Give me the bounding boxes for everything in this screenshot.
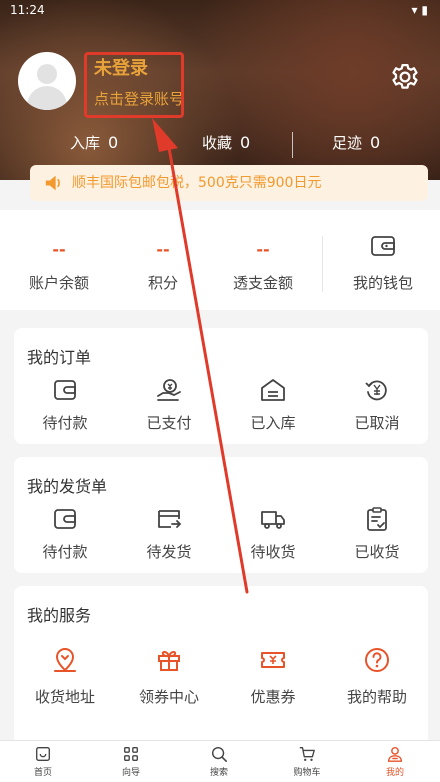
- points-value: --: [156, 240, 170, 259]
- nav-label: 购物车: [293, 768, 321, 778]
- my-wallet-label: 我的钱包: [352, 274, 413, 292]
- search-icon: [211, 746, 228, 763]
- stats-row: 入库 0 收藏 0 足迹 0: [0, 132, 440, 158]
- nav-label: 首页: [33, 768, 52, 778]
- services-card: 我的服务 收货地址 领券中心 优惠券 我的帮助: [14, 586, 428, 740]
- notice-text: 顺丰国际包邮包税，500克只需900日元: [72, 175, 322, 191]
- profile-header: 11:24 ▾ ▮ 未登录 点击登录账号 入库 0 收藏 0 足迹 0: [0, 0, 440, 180]
- wallet-icon: [54, 380, 76, 400]
- bottom-nav: 首页 向导 搜索 购物车 我的: [0, 740, 440, 782]
- overdraft[interactable]: -- 透支金额: [218, 210, 308, 310]
- service-item-label: 领券中心: [138, 688, 199, 706]
- status-time: 11:24: [10, 3, 45, 17]
- stat-history[interactable]: 足迹 0: [332, 132, 380, 153]
- shipping-received[interactable]: 已收货: [332, 505, 422, 562]
- cart-icon: [299, 747, 315, 762]
- home-icon: [36, 747, 50, 761]
- stat-label: 入库: [70, 134, 101, 152]
- stat-favorites[interactable]: 收藏 0: [202, 132, 250, 153]
- stat-label: 足迹: [332, 134, 363, 152]
- warehouse-icon: [261, 379, 285, 401]
- points[interactable]: -- 积分: [118, 210, 208, 310]
- order-in-warehouse[interactable]: 已入库: [228, 376, 318, 433]
- shipping-item-label: 待收货: [250, 543, 296, 561]
- overdraft-label: 透支金额: [232, 274, 293, 292]
- avatar[interactable]: [18, 52, 76, 110]
- order-item-label: 待付款: [42, 414, 88, 432]
- order-paid[interactable]: 已支付: [124, 376, 214, 433]
- shipping-pending-payment[interactable]: 待付款: [20, 505, 110, 562]
- speaker-icon: [45, 175, 60, 191]
- avatar-body: [27, 86, 67, 110]
- order-pending-payment[interactable]: 待付款: [20, 376, 110, 433]
- gift-icon: [158, 650, 180, 671]
- order-item-label: 已取消: [354, 414, 400, 432]
- user-icon: [387, 746, 403, 762]
- grid-icon: [124, 747, 138, 761]
- nav-label: 向导: [121, 768, 140, 778]
- shipping-pending-receipt[interactable]: 待收货: [228, 505, 318, 562]
- service-address[interactable]: 收货地址: [20, 646, 110, 707]
- service-coupon-center[interactable]: 领券中心: [124, 646, 214, 707]
- notice-banner[interactable]: 顺丰国际包邮包税，500克只需900日元: [30, 165, 428, 201]
- help-icon: [365, 648, 389, 672]
- orders-card: 我的订单 待付款 已支付 已入库 已取消: [14, 328, 428, 444]
- annotation-highlight-box: [84, 52, 184, 118]
- service-help[interactable]: 我的帮助: [332, 646, 422, 707]
- wallet-divider: [322, 236, 323, 292]
- nav-label: 搜索: [209, 768, 228, 778]
- nav-guide[interactable]: 向导: [96, 745, 166, 778]
- shipping-title: 我的发货单: [27, 477, 108, 496]
- account-balance[interactable]: -- 账户余额: [14, 210, 104, 310]
- stat-value: 0: [108, 133, 119, 152]
- nav-mine[interactable]: 我的: [360, 745, 430, 778]
- status-bar: 11:24 ▾ ▮: [0, 0, 440, 22]
- coupon-icon: [261, 652, 285, 668]
- refund-icon: [365, 380, 387, 401]
- stat-warehouse[interactable]: 入库 0: [70, 132, 118, 153]
- order-cancelled[interactable]: 已取消: [332, 376, 422, 433]
- shipping-item-label: 待付款: [42, 543, 88, 561]
- paid-icon: [157, 379, 181, 401]
- balance-value: --: [52, 240, 66, 259]
- ship-out-icon: [158, 510, 182, 528]
- gear-icon[interactable]: [390, 62, 420, 92]
- service-item-label: 优惠券: [250, 688, 296, 706]
- stat-value: 0: [370, 133, 381, 152]
- location-icon: [54, 648, 76, 672]
- wallet-section: -- 账户余额 -- 积分 -- 透支金额 我的钱包: [0, 210, 440, 310]
- order-item-label: 已支付: [146, 414, 192, 432]
- service-item-label: 收货地址: [34, 688, 95, 706]
- nav-label: 我的: [385, 768, 404, 778]
- stat-divider: [292, 132, 293, 158]
- stat-label: 收藏: [202, 134, 233, 152]
- orders-title: 我的订单: [27, 348, 92, 367]
- clipboard-check-icon: [367, 507, 387, 531]
- wallet-icon: [371, 236, 395, 256]
- shipping-pending-dispatch[interactable]: 待发货: [124, 505, 214, 562]
- nav-search[interactable]: 搜索: [184, 745, 254, 778]
- nav-home[interactable]: 首页: [8, 745, 78, 778]
- stat-value: 0: [240, 133, 251, 152]
- shipping-card: 我的发货单 待付款 待发货 待收货 已收货: [14, 457, 428, 573]
- nav-cart[interactable]: 购物车: [272, 745, 342, 778]
- wallet-icon: [54, 509, 76, 529]
- shipping-item-label: 已收货: [354, 543, 400, 561]
- service-item-label: 我的帮助: [346, 688, 407, 706]
- service-coupons[interactable]: 优惠券: [228, 646, 318, 707]
- avatar-head: [37, 64, 57, 84]
- status-icons: ▾ ▮: [411, 3, 428, 17]
- my-wallet-button[interactable]: 我的钱包: [338, 210, 428, 310]
- points-label: 积分: [147, 274, 178, 292]
- truck-icon: [261, 511, 285, 529]
- order-item-label: 已入库: [250, 414, 296, 432]
- services-title: 我的服务: [27, 606, 92, 625]
- balance-label: 账户余额: [28, 274, 89, 292]
- shipping-item-label: 待发货: [146, 543, 192, 561]
- overdraft-value: --: [256, 240, 270, 259]
